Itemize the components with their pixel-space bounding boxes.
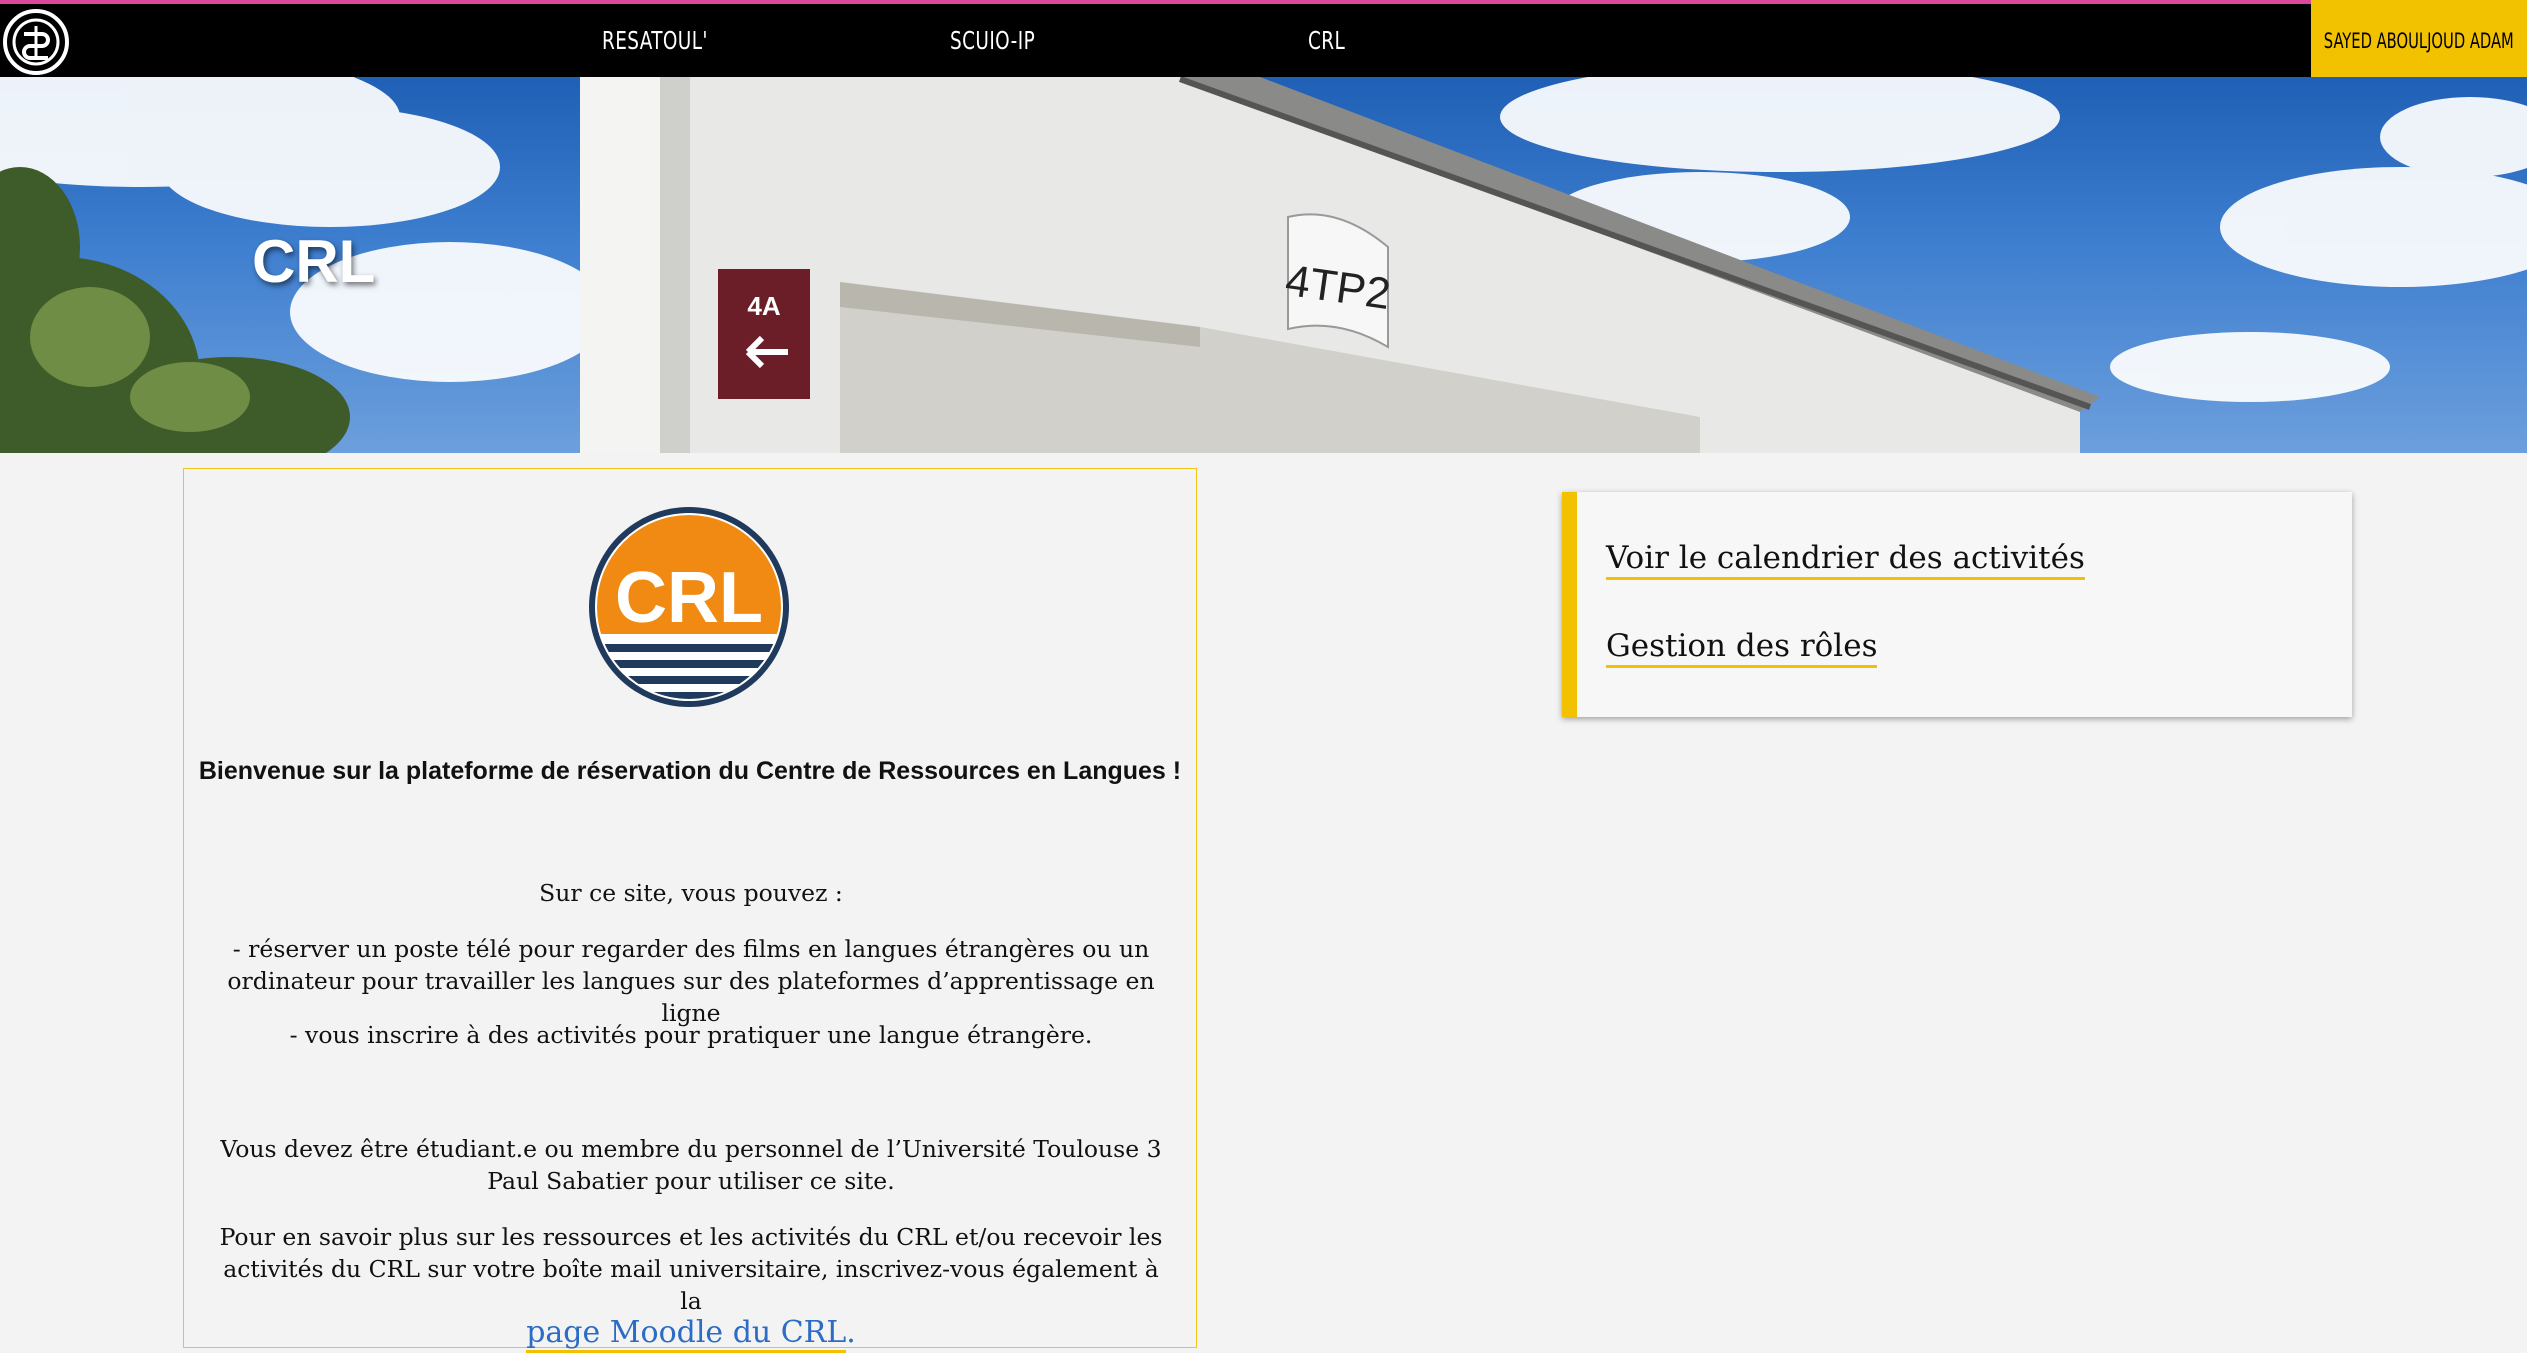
- role-management-link[interactable]: Gestion des rôles: [1606, 628, 1878, 668]
- welcome-heading: Bienvenue sur la plateforme de réservati…: [198, 757, 1182, 785]
- user-menu-button[interactable]: SAYED ABOULJOUD ADAM: [2311, 0, 2527, 81]
- welcome-card: CRL Bienvenue sur la plateforme de réser…: [183, 468, 1197, 1353]
- actions-card: Voir le calendrier des activités Gestion…: [1562, 492, 2352, 717]
- feature-item-reservation: - réserver un poste télé pour regarder d…: [227, 935, 1155, 1027]
- user-name: SAYED ABOULJOUD ADAM: [2324, 28, 2515, 53]
- moodle-page-link[interactable]: page Moodle du CRL: [526, 1315, 847, 1353]
- moodle-link-suffix: .: [846, 1315, 856, 1350]
- crl-logo: CRL: [589, 507, 789, 707]
- intro-text: Sur ce site, vous pouvez :: [539, 879, 843, 907]
- page-title: CRL: [252, 228, 376, 295]
- building-photo: 4A 4TP2: [0, 77, 2527, 453]
- hero-banner: 4A 4TP2 CRL: [0, 77, 2527, 453]
- nav-link-scuio-ip[interactable]: SCUIO-IP: [950, 4, 1035, 77]
- top-navigation-bar: RESATOUL' SCUIO-IP CRL SAYED ABOULJOUD A…: [0, 0, 2527, 81]
- eligibility-text: Vous devez être étudiant.e ou membre du …: [220, 1135, 1162, 1195]
- crl-logo-text: CRL: [615, 558, 763, 638]
- feature-item-activities: - vous inscrire à des activités pour pra…: [289, 1021, 1093, 1049]
- sign-4a: 4A: [747, 291, 780, 321]
- activity-calendar-link[interactable]: Voir le calendrier des activités: [1606, 540, 2085, 580]
- more-info-text: Pour en savoir plus sur les ressources e…: [219, 1223, 1163, 1315]
- university-logo-icon[interactable]: [2, 8, 70, 76]
- more-info-paragraph: Pour en savoir plus sur les ressources e…: [214, 1221, 1168, 1353]
- nav-link-crl[interactable]: CRL: [1308, 4, 1345, 77]
- nav-link-resatoul[interactable]: RESATOUL': [602, 4, 708, 77]
